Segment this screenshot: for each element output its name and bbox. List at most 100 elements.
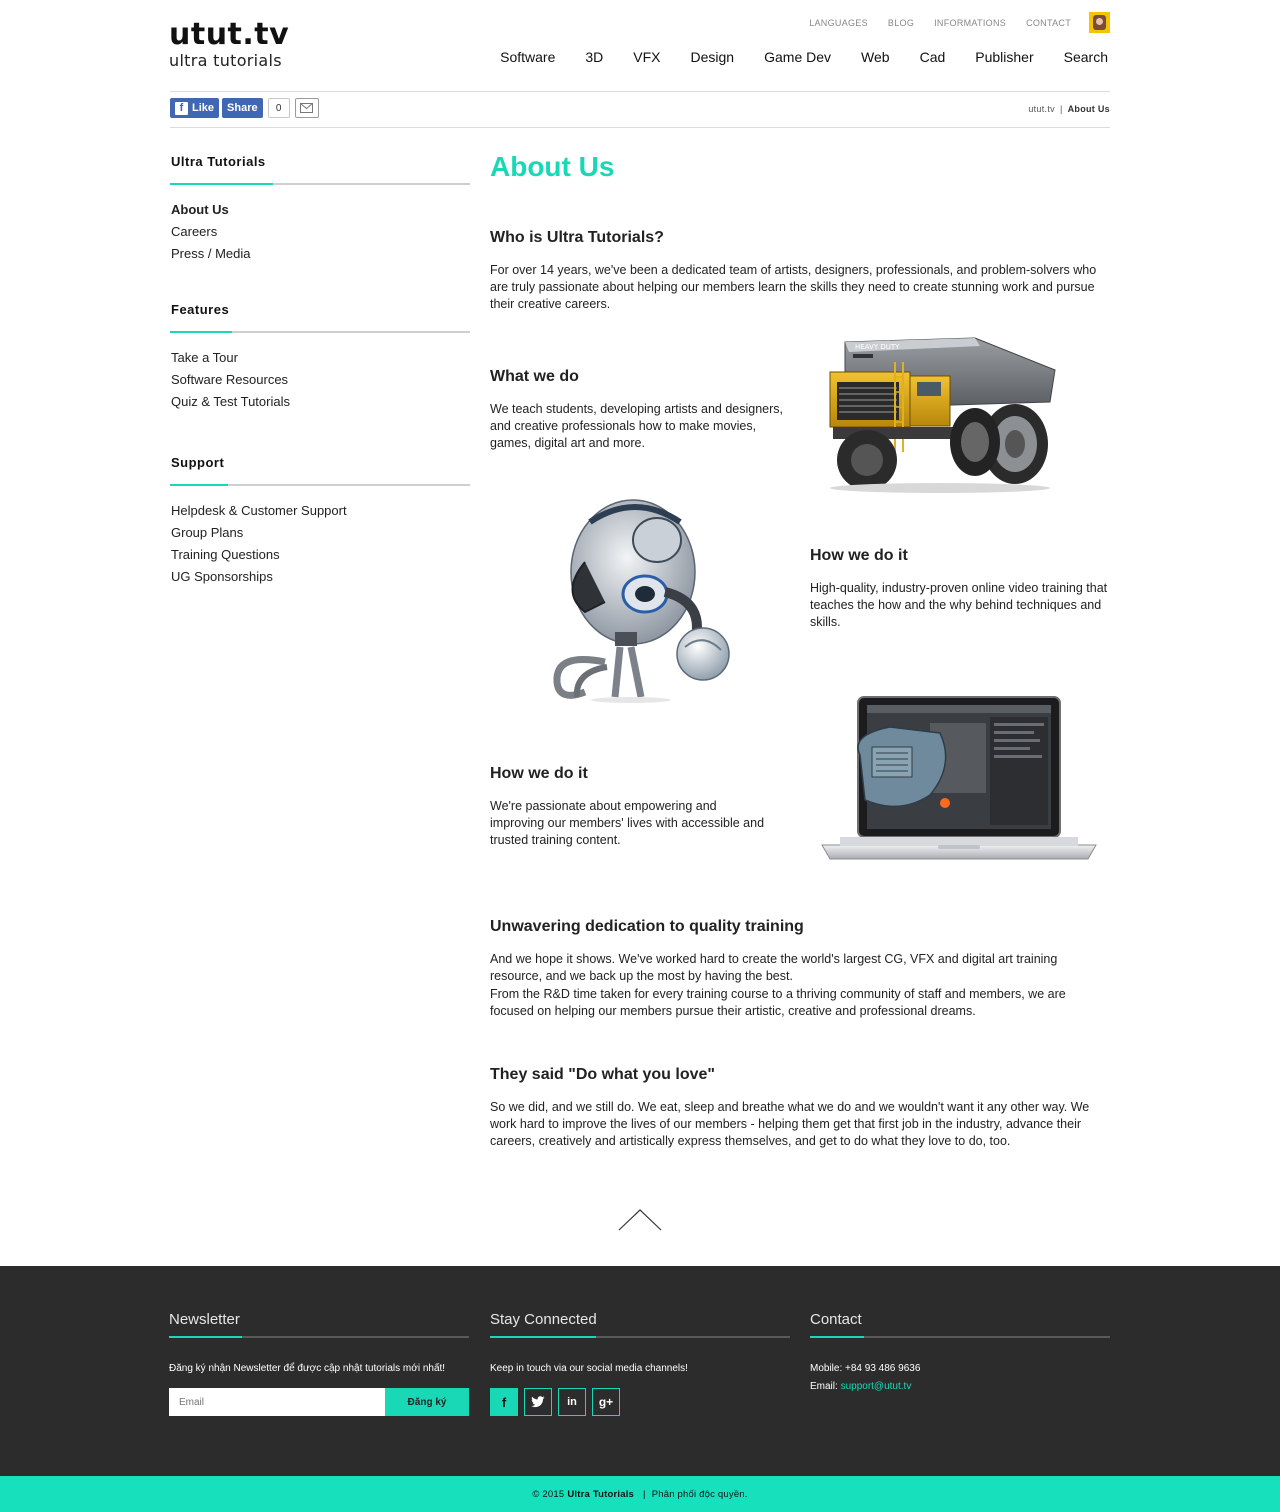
copyright-bar: © 2015 Ultra Tutorials | Phân phối độc q… bbox=[0, 1476, 1280, 1512]
header-divider bbox=[170, 91, 1110, 92]
twitter-icon[interactable] bbox=[524, 1388, 552, 1416]
facebook-icon: f bbox=[175, 101, 188, 115]
copyright-year: © 2015 bbox=[532, 1488, 565, 1500]
sidebar-item-training-questions[interactable]: Training Questions bbox=[170, 544, 470, 566]
sidebar-group-title: Features bbox=[171, 302, 230, 317]
logo-title: utut.tv bbox=[169, 17, 290, 52]
contact-details: Mobile: +84 93 486 9636 Email: support@u… bbox=[810, 1360, 1110, 1396]
nav-item-cad[interactable]: Cad bbox=[920, 48, 946, 66]
breadcrumb-current: About Us bbox=[1067, 104, 1110, 114]
email-share-button[interactable] bbox=[294, 98, 319, 118]
section-how-we-do-it-2: How we do it We're passionate about empo… bbox=[490, 764, 770, 849]
nav-item-search[interactable]: Search bbox=[1064, 48, 1108, 66]
top-utility-nav: LANGUAGES BLOG INFORMATIONS CONTACT bbox=[789, 12, 1110, 33]
social-share-bar: f Like Share 0 bbox=[170, 98, 319, 118]
section-what-we-do: What we do We teach students, developing… bbox=[490, 367, 790, 452]
section-how-we-do-it-1: How we do it High-quality, industry-prov… bbox=[810, 546, 1110, 631]
copyright-separator: | bbox=[643, 1488, 646, 1500]
nav-item-software[interactable]: Software bbox=[500, 48, 555, 66]
sidebar-item-take-a-tour[interactable]: Take a Tour bbox=[170, 347, 470, 369]
nav-item-vfx[interactable]: VFX bbox=[633, 48, 660, 66]
avatar-face-icon bbox=[1093, 15, 1106, 30]
section-heading: They said "Do what you love" bbox=[490, 1066, 715, 1083]
top-link-informations[interactable]: INFORMATIONS bbox=[934, 17, 1006, 29]
breadcrumb-home[interactable]: utut.tv bbox=[1028, 104, 1055, 114]
sidebar-group-underline bbox=[170, 183, 470, 185]
section-heading: What we do bbox=[490, 368, 579, 385]
robot-character-image bbox=[553, 499, 730, 703]
top-link-blog[interactable]: BLOG bbox=[888, 17, 914, 29]
breadcrumb-separator: | bbox=[1059, 104, 1063, 114]
newsletter-title: Newsletter bbox=[169, 1311, 240, 1328]
newsletter-submit-button[interactable]: Đăng ký bbox=[385, 1388, 469, 1416]
linkedin-icon[interactable]: in bbox=[558, 1388, 586, 1416]
facebook-icon[interactable]: f bbox=[490, 1388, 518, 1416]
sidebar-group-title: Support bbox=[171, 455, 225, 470]
newsletter-form: Đăng ký bbox=[169, 1388, 469, 1416]
newsletter-email-input[interactable] bbox=[169, 1388, 385, 1416]
section-heading: How we do it bbox=[810, 547, 908, 564]
section-do-what-you-love: They said "Do what you love" So we did, … bbox=[490, 1065, 1110, 1150]
envelope-icon bbox=[300, 103, 314, 113]
sidebar-group-underline bbox=[170, 484, 470, 486]
logo-subtitle: ultra tutorials bbox=[169, 51, 282, 70]
section-body: High-quality, industry-proven online vid… bbox=[810, 581, 1108, 629]
footer: Newsletter Đăng ký nhận Newsletter để đư… bbox=[0, 1266, 1280, 1476]
section-heading: Who is Ultra Tutorials? bbox=[490, 229, 664, 246]
contact-email-link[interactable]: support@utut.tv bbox=[841, 1381, 912, 1392]
section-body: We teach students, developing artists an… bbox=[490, 402, 783, 450]
sidebar-group-support: Support Helpdesk & Customer Support Grou… bbox=[170, 453, 470, 588]
sidebar-item-press-media[interactable]: Press / Media bbox=[170, 243, 470, 265]
newsletter-text: Đăng ký nhận Newsletter để được cập nhật… bbox=[169, 1363, 446, 1374]
subheader-divider bbox=[170, 127, 1110, 128]
section-body: So we did, and we still do. We eat, slee… bbox=[490, 1100, 1090, 1148]
footer-underline bbox=[169, 1336, 469, 1338]
stay-connected-title: Stay Connected bbox=[490, 1311, 597, 1328]
sidebar-group-title: Ultra Tutorials bbox=[171, 154, 266, 169]
sidebar-group-features: Features Take a Tour Software Resources … bbox=[170, 300, 470, 413]
sidebar-item-helpdesk[interactable]: Helpdesk & Customer Support bbox=[170, 500, 470, 522]
contact-email: Email: support@utut.tv bbox=[810, 1381, 912, 1392]
contact-title: Contact bbox=[810, 1311, 862, 1328]
back-to-top-chevron-icon[interactable] bbox=[618, 1208, 662, 1232]
section-heading: Unwavering dedication to quality trainin… bbox=[490, 918, 804, 935]
main-nav: Software 3D VFX Design Game Dev Web Cad … bbox=[470, 48, 1108, 66]
sidebar-item-ug-sponsorships[interactable]: UG Sponsorships bbox=[170, 566, 470, 588]
page-title: About Us bbox=[490, 151, 615, 182]
dump-truck-image: HEAVY DUTY bbox=[829, 337, 1056, 493]
section-body: We're passionate about empowering and im… bbox=[490, 799, 765, 847]
section-body: And we hope it shows. We've worked hard … bbox=[490, 952, 1058, 983]
facebook-like-button[interactable]: f Like bbox=[170, 98, 220, 118]
nav-item-design[interactable]: Design bbox=[691, 48, 735, 66]
nav-item-game-dev[interactable]: Game Dev bbox=[764, 48, 831, 66]
truck-label: HEAVY DUTY bbox=[855, 343, 900, 351]
facebook-share-button[interactable]: Share bbox=[222, 98, 263, 118]
share-label: Share bbox=[227, 102, 258, 114]
sidebar-group-underline bbox=[170, 331, 470, 333]
section-heading: How we do it bbox=[490, 765, 588, 782]
sidebar-item-careers[interactable]: Careers bbox=[170, 221, 470, 243]
top-link-contact[interactable]: CONTACT bbox=[1026, 17, 1071, 29]
google-plus-icon[interactable]: g+ bbox=[592, 1388, 620, 1416]
sidebar-item-quiz-test[interactable]: Quiz & Test Tutorials bbox=[170, 391, 470, 413]
section-body-2: From the R&D time taken for every traini… bbox=[490, 987, 1066, 1018]
footer-contact: Contact Mobile: +84 93 486 9636 Email: s… bbox=[810, 1310, 1110, 1396]
laptop-image bbox=[821, 696, 1097, 860]
section-body: For over 14 years, we've been a dedicate… bbox=[490, 263, 1097, 311]
social-icons: f in g+ bbox=[490, 1388, 790, 1416]
user-avatar[interactable] bbox=[1089, 12, 1110, 33]
nav-item-publisher[interactable]: Publisher bbox=[975, 48, 1033, 66]
nav-item-web[interactable]: Web bbox=[861, 48, 890, 66]
copyright-text: Phân phối độc quyền. bbox=[651, 1488, 748, 1500]
sidebar-item-group-plans[interactable]: Group Plans bbox=[170, 522, 470, 544]
section-who-is: Who is Ultra Tutorials? For over 14 year… bbox=[490, 228, 1100, 313]
sidebar-item-about-us[interactable]: About Us bbox=[170, 199, 470, 221]
footer-stay-connected: Stay Connected Keep in touch via our soc… bbox=[490, 1310, 790, 1416]
nav-item-3d[interactable]: 3D bbox=[585, 48, 603, 66]
twitter-bird-icon bbox=[531, 1396, 545, 1408]
top-link-languages[interactable]: LANGUAGES bbox=[809, 17, 868, 29]
section-dedication: Unwavering dedication to quality trainin… bbox=[490, 917, 1105, 1020]
sidebar-item-software-resources[interactable]: Software Resources bbox=[170, 369, 470, 391]
like-label: Like bbox=[192, 102, 215, 114]
site-logo[interactable]: utut.tv ultra tutorials bbox=[169, 18, 289, 70]
